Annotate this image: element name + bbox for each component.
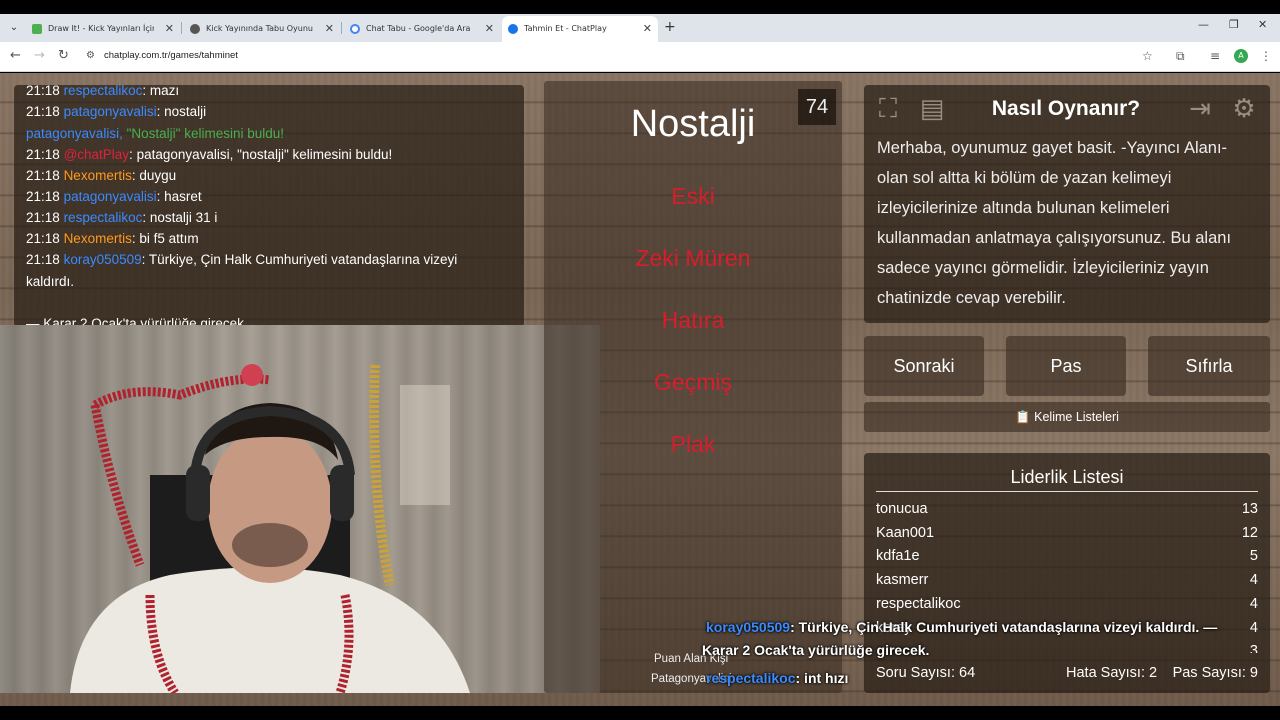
clipboard-icon: 📋: [1015, 410, 1031, 424]
tab-tahmin-et[interactable]: Tahmin Et - ChatPlay ✕: [502, 16, 658, 42]
exit-icon[interactable]: ⇥: [1182, 91, 1218, 127]
pass-count: Pas Sayısı: 9: [1172, 665, 1258, 681]
minimize-button[interactable]: —: [1198, 18, 1209, 31]
error-count: Hata Sayısı: 2: [1066, 665, 1158, 681]
bottom-letterbox: [0, 706, 1280, 720]
stream-chat-overlay-line: Karar 2 Ocak'ta yürürlüğe girecek.: [702, 642, 930, 658]
streamer-image: [70, 364, 470, 693]
leaderboard-title: Liderlik Listesi: [1010, 467, 1124, 487]
top-letterbox: [0, 0, 1280, 14]
tab-close-icon[interactable]: ✕: [325, 16, 334, 42]
profile-avatar[interactable]: A: [1234, 49, 1248, 63]
bookmark-star-icon[interactable]: ☆: [1142, 49, 1153, 63]
fullscreen-icon[interactable]: ⛶: [870, 91, 906, 127]
leaderboard-row: tonucua 13: [876, 501, 1258, 517]
chat-message: 21:18 koray050509: Türkiye, Çin Halk Cum…: [26, 252, 458, 267]
chat-message: 21:18 respectalikoc: mazı: [26, 85, 180, 98]
next-button[interactable]: Sonraki: [864, 336, 984, 396]
question-count: Soru Sayısı: 64: [876, 665, 976, 681]
leaderboard-row: kdfa1e 5: [876, 548, 1258, 564]
chat-message-wrap: kaldırdı.: [26, 274, 75, 289]
site-info-icon[interactable]: ⚙: [86, 50, 95, 61]
tab-search-icon[interactable]: ⌄: [6, 20, 22, 36]
tab-favicon-icon: [32, 24, 42, 34]
pass-button[interactable]: Pas: [1006, 336, 1126, 396]
chat-panel: 21:18 respectalikoc: mazı 21:18 patagony…: [14, 85, 524, 327]
back-arrow-icon[interactable]: ←: [10, 49, 21, 63]
tab-favicon-icon: [190, 24, 200, 34]
browser-toolbar: ← → ↻ ⚙ chatplay.com.tr/games/tahminet ☆…: [0, 42, 1280, 72]
google-icon: [350, 24, 360, 34]
tab-title: Kick Yayınında Tabu Oyunu: [206, 24, 313, 33]
reset-button[interactable]: Sıfırla: [1148, 336, 1270, 396]
url-field[interactable]: chatplay.com.tr/games/tahminet: [104, 50, 238, 61]
new-tab-button[interactable]: +: [664, 20, 676, 34]
taboo-word: Hatıra: [661, 307, 725, 333]
tab-title: Tahmin Et - ChatPlay: [524, 24, 607, 33]
divider: [876, 491, 1258, 492]
document-icon[interactable]: ▤: [914, 91, 950, 127]
tab-favicon-icon: [508, 24, 518, 34]
taboo-word: Plak: [670, 431, 716, 457]
gear-icon[interactable]: ⚙: [1226, 91, 1262, 127]
tab-close-icon[interactable]: ✕: [485, 16, 494, 42]
word-lists-button[interactable]: 📋 Kelime Listeleri: [864, 402, 1270, 432]
taboo-word: Eski: [671, 183, 715, 209]
tab-title: Chat Tabu - Google'da Ara: [366, 24, 471, 33]
chat-message: 21:18 Nexomertis: duygu: [26, 168, 177, 183]
webcam-feed: [0, 325, 600, 693]
game-page: 21:18 respectalikoc: mazı 21:18 patagony…: [0, 73, 1280, 706]
how-to-play-text: Merhaba, oyunumuz gayet basit. -Yayıncı …: [877, 139, 1232, 307]
chat-message: 21:18 patagonyavalisi: nostalji: [26, 104, 207, 119]
reload-icon[interactable]: ↻: [58, 49, 69, 63]
tab-close-icon[interactable]: ✕: [643, 16, 652, 42]
leaderboard-row: 3: [1249, 643, 1258, 653]
tab-title: Draw It! - Kick Yayınları İçin Çizim: [48, 24, 154, 33]
word-lists-label: Kelime Listeleri: [1034, 410, 1119, 424]
leaderboard-row: respectalikoc 4: [876, 596, 1258, 612]
extensions-icon[interactable]: ⧉: [1176, 49, 1185, 64]
browser-tab-bar: ⌄ Draw It! - Kick Yayınları İçin Çizim ✕…: [0, 14, 1280, 42]
chat-message: 21:18 respectalikoc: nostalji 31 i: [26, 210, 218, 225]
leaderboard-row: kasmerr 4: [876, 572, 1258, 588]
tab-draw-it[interactable]: Draw It! - Kick Yayınları İçin Çizim ✕: [26, 16, 180, 42]
tab-google-search[interactable]: Chat Tabu - Google'da Ara ✕: [344, 16, 500, 42]
media-icon[interactable]: ≡: [1210, 49, 1220, 63]
leaderboard-row: Kaan001 12: [876, 525, 1258, 541]
stream-chat-overlay-line: koray050509: Türkiye, Çin Halk Cumhuriye…: [706, 619, 1218, 635]
close-window-button[interactable]: ✕: [1258, 18, 1267, 31]
restore-button[interactable]: ❐: [1229, 18, 1239, 31]
chat-system-message: patagonyavalisi, "Nostalji" kelimesini b…: [26, 126, 284, 141]
chat-message: 21:18 Nexomertis: bi f5 attım: [26, 231, 199, 246]
tab-close-icon[interactable]: ✕: [165, 16, 174, 42]
chat-message: 21:18 patagonyavalisi: hasret: [26, 189, 202, 204]
tab-kick-tabu[interactable]: Kick Yayınında Tabu Oyunu ✕: [184, 16, 340, 42]
forward-arrow-icon[interactable]: →: [34, 49, 45, 63]
stream-chat-overlay-line: respectalikoc: int hızı: [706, 670, 849, 686]
target-word: Nostalji: [630, 103, 756, 145]
menu-kebab-icon[interactable]: ⋮: [1260, 49, 1272, 63]
taboo-word: Zeki Müren: [635, 245, 751, 271]
taboo-word: Geçmiş: [654, 369, 732, 395]
chat-message: 21:18 @chatPlay: patagonyavalisi, "nosta…: [26, 147, 393, 162]
how-to-play-title: Nasıl Oynanır?: [991, 97, 1141, 120]
